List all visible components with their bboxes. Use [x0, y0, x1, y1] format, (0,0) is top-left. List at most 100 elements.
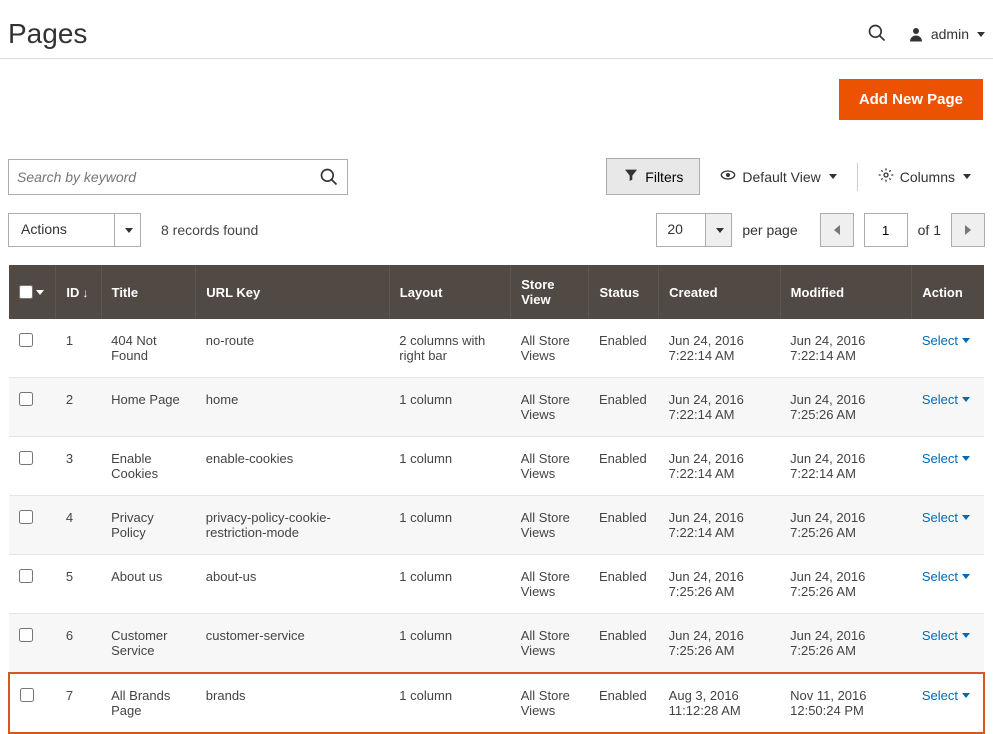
col-created[interactable]: Created — [659, 265, 780, 319]
divider — [857, 163, 858, 191]
cell-id: 4 — [56, 496, 101, 555]
cell-modified: Jun 24, 2016 7:25:26 AM — [780, 496, 912, 555]
cell-urlkey: brands — [196, 673, 390, 733]
table-row[interactable]: 4 Privacy Policy privacy-policy-cookie-r… — [9, 496, 984, 555]
filter-icon — [623, 167, 639, 186]
col-layout[interactable]: Layout — [389, 265, 510, 319]
cell-storeview: All Store Views — [511, 437, 589, 496]
chevron-down-icon — [963, 174, 971, 179]
cell-created: Jun 24, 2016 7:25:26 AM — [659, 555, 780, 614]
per-page-select[interactable]: 20 — [656, 213, 732, 247]
row-checkbox[interactable] — [19, 569, 33, 583]
cell-storeview: All Store Views — [511, 614, 589, 674]
select-action[interactable]: Select — [922, 628, 970, 643]
default-view-dropdown[interactable]: Default View — [706, 167, 850, 186]
chevron-down-icon — [962, 633, 970, 638]
col-storeview[interactable]: Store View — [511, 265, 589, 319]
search-box[interactable] — [8, 159, 348, 195]
cell-id: 5 — [56, 555, 101, 614]
cell-urlkey: customer-service — [196, 614, 390, 674]
select-action[interactable]: Select — [922, 392, 970, 407]
cell-status: Enabled — [589, 378, 659, 437]
col-title[interactable]: Title — [101, 265, 196, 319]
next-page-button[interactable] — [951, 213, 985, 247]
cell-title: 404 Not Found — [101, 319, 196, 378]
table-row[interactable]: 7 All Brands Page brands 1 column All St… — [9, 673, 984, 733]
select-action[interactable]: Select — [922, 688, 970, 703]
col-action[interactable]: Action — [912, 265, 984, 319]
search-input[interactable] — [17, 169, 319, 185]
cell-title: Enable Cookies — [101, 437, 196, 496]
select-action[interactable]: Select — [922, 569, 970, 584]
cell-title: Privacy Policy — [101, 496, 196, 555]
select-action[interactable]: Select — [922, 510, 970, 525]
row-checkbox[interactable] — [19, 451, 33, 465]
actions-label: Actions — [9, 214, 114, 246]
page-title: Pages — [8, 18, 87, 50]
actions-dropdown[interactable]: Actions — [8, 213, 141, 247]
add-new-page-button[interactable]: Add New Page — [839, 79, 983, 120]
per-page-caret[interactable] — [705, 214, 731, 246]
cell-title: About us — [101, 555, 196, 614]
admin-username: admin — [931, 26, 969, 42]
col-checkbox[interactable] — [9, 265, 56, 319]
chevron-right-icon — [965, 225, 971, 235]
cell-layout: 1 column — [389, 614, 510, 674]
cell-layout: 2 columns with right bar — [389, 319, 510, 378]
table-row[interactable]: 2 Home Page home 1 column All Store View… — [9, 378, 984, 437]
cell-modified: Jun 24, 2016 7:25:26 AM — [780, 378, 912, 437]
cell-created: Jun 24, 2016 7:22:14 AM — [659, 496, 780, 555]
cell-modified: Jun 24, 2016 7:25:26 AM — [780, 614, 912, 674]
per-page-value: 20 — [657, 214, 705, 246]
cell-title: Home Page — [101, 378, 196, 437]
cell-created: Aug 3, 2016 11:12:28 AM — [659, 673, 780, 733]
cell-title: Customer Service — [101, 614, 196, 674]
chevron-down-icon — [977, 32, 985, 37]
row-checkbox[interactable] — [20, 688, 34, 702]
select-all-checkbox[interactable] — [19, 285, 33, 299]
col-id-label: ID — [66, 285, 79, 300]
cell-urlkey: no-route — [196, 319, 390, 378]
cell-urlkey: privacy-policy-cookie-restriction-mode — [196, 496, 390, 555]
cell-modified: Jun 24, 2016 7:22:14 AM — [780, 437, 912, 496]
col-urlkey[interactable]: URL Key — [196, 265, 390, 319]
table-row[interactable]: 5 About us about-us 1 column All Store V… — [9, 555, 984, 614]
columns-dropdown[interactable]: Columns — [864, 167, 985, 186]
page-of-label: of 1 — [918, 222, 941, 238]
cell-storeview: All Store Views — [511, 496, 589, 555]
col-status[interactable]: Status — [589, 265, 659, 319]
chevron-down-icon — [125, 228, 133, 233]
cell-id: 7 — [56, 673, 101, 733]
select-action[interactable]: Select — [922, 451, 970, 466]
col-modified[interactable]: Modified — [780, 265, 912, 319]
chevron-down-icon — [962, 515, 970, 520]
cell-urlkey: about-us — [196, 555, 390, 614]
sort-arrow-icon: ↓ — [82, 286, 88, 300]
search-submit-icon[interactable] — [319, 167, 339, 187]
cell-id: 2 — [56, 378, 101, 437]
cell-layout: 1 column — [389, 555, 510, 614]
table-row[interactable]: 1 404 Not Found no-route 2 columns with … — [9, 319, 984, 378]
row-checkbox[interactable] — [19, 333, 33, 347]
search-icon[interactable] — [867, 23, 887, 46]
row-checkbox[interactable] — [19, 510, 33, 524]
page-input[interactable] — [864, 213, 908, 247]
prev-page-button[interactable] — [820, 213, 854, 247]
row-checkbox[interactable] — [19, 392, 33, 406]
table-row[interactable]: 6 Customer Service customer-service 1 co… — [9, 614, 984, 674]
cell-modified: Jun 24, 2016 7:25:26 AM — [780, 555, 912, 614]
chevron-down-icon — [962, 338, 970, 343]
select-action[interactable]: Select — [922, 333, 970, 348]
filters-button[interactable]: Filters — [606, 158, 700, 195]
admin-user-menu[interactable]: admin — [907, 25, 985, 43]
cell-created: Jun 24, 2016 7:25:26 AM — [659, 614, 780, 674]
cell-created: Jun 24, 2016 7:22:14 AM — [659, 319, 780, 378]
cell-storeview: All Store Views — [511, 555, 589, 614]
actions-caret[interactable] — [114, 214, 140, 246]
table-row[interactable]: 3 Enable Cookies enable-cookies 1 column… — [9, 437, 984, 496]
chevron-down-icon — [962, 456, 970, 461]
cell-created: Jun 24, 2016 7:22:14 AM — [659, 378, 780, 437]
row-checkbox[interactable] — [19, 628, 33, 642]
cell-status: Enabled — [589, 319, 659, 378]
col-id[interactable]: ID↓ — [56, 265, 101, 319]
